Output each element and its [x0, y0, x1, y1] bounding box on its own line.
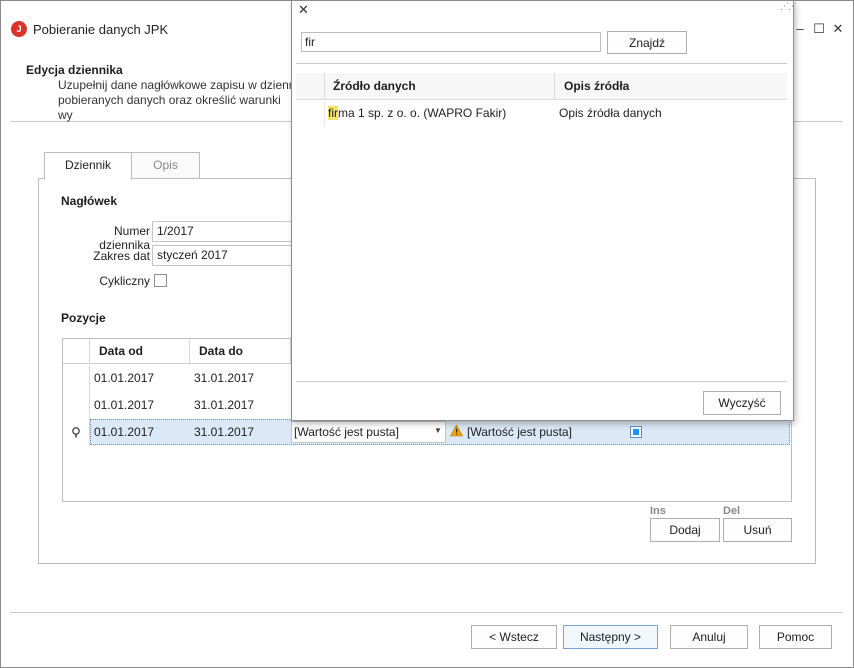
column-header-data-od[interactable]: Data od	[90, 339, 190, 364]
popup-search-input[interactable]	[301, 32, 601, 52]
checkbox-checked-mark-icon	[633, 429, 639, 435]
tab-dziennik[interactable]: Dziennik	[44, 152, 132, 180]
row-2-data-od[interactable]: 01.01.2017	[90, 392, 190, 419]
numer-dziennika-field[interactable]: 1/2017	[152, 221, 292, 242]
row-3-warning-value: [Wartość jest pusta]	[467, 425, 572, 439]
popup-row-indicator	[296, 102, 325, 126]
minimize-button[interactable]: –	[792, 22, 808, 38]
popup-divider-bottom	[296, 381, 787, 382]
grid-indicator-header	[63, 339, 90, 364]
row-3-data-od[interactable]: 01.01.2017	[90, 419, 190, 446]
cykliczny-label: Cykliczny	[99, 274, 150, 288]
resize-grip-icon[interactable]: ⋰⋰	[780, 1, 797, 12]
zakres-dat-label: Zakres dat	[93, 249, 150, 263]
del-shortcut-hint: Del	[723, 505, 741, 517]
maximize-button[interactable]: ☐	[811, 22, 827, 38]
ins-shortcut-hint: Ins	[650, 505, 666, 517]
back-button[interactable]: < Wstecz	[471, 625, 557, 649]
find-button[interactable]: Znajdź	[607, 31, 687, 54]
row-2-data-do[interactable]: 31.01.2017	[190, 392, 290, 419]
cykliczny-checkbox[interactable]	[154, 274, 167, 287]
add-button[interactable]: Dodaj	[650, 518, 720, 542]
page-description: Uzupełnij dane nagłówkowe zapisu w dzien…	[58, 78, 296, 122]
popup-divider-top	[296, 63, 787, 64]
window-title: Pobieranie danych JPK	[33, 22, 169, 37]
tab-opis[interactable]: Opis	[131, 152, 200, 179]
row-1-data-do[interactable]: 31.01.2017	[190, 365, 290, 392]
dropdown-arrow-icon[interactable]: ▼	[434, 426, 442, 435]
result-source-text: ma 1 sp. z o. o. (WAPRO Fakir)	[338, 106, 507, 120]
popup-grid-indicator-header	[296, 73, 325, 100]
result-row-source[interactable]: firma 1 sp. z o. o. (WAPRO Fakir)	[325, 102, 555, 124]
result-row-description[interactable]: Opis źródła danych	[555, 102, 787, 124]
row-3-data-do[interactable]: 31.01.2017	[190, 419, 290, 446]
footer-divider	[10, 612, 843, 613]
cancel-button[interactable]: Anuluj	[670, 625, 748, 649]
popup-close-icon[interactable]: ✕	[298, 2, 309, 18]
column-header-zrodlo-danych[interactable]: Źródło danych	[325, 73, 555, 100]
column-header-opis-zrodla[interactable]: Opis źródła	[555, 73, 787, 100]
page-title: Edycja dziennika	[26, 63, 123, 77]
remove-button[interactable]: Usuń	[723, 518, 792, 542]
numer-dziennika-label: Numer dziennika	[99, 224, 150, 252]
section-header-pozycje: Pozycje	[61, 311, 106, 325]
column-header-data-do[interactable]: Data do	[190, 339, 291, 364]
help-button[interactable]: Pomoc	[759, 625, 832, 649]
warning-icon	[450, 424, 463, 437]
search-match-highlight: fir	[328, 106, 338, 120]
next-button[interactable]: Następny >	[563, 625, 658, 649]
row-edit-indicator-icon	[72, 427, 80, 438]
row-3-source-value: [Wartość jest pusta]	[294, 425, 399, 439]
row-1-data-od[interactable]: 01.01.2017	[90, 365, 190, 392]
close-window-button[interactable]: ✕	[830, 22, 846, 38]
section-header-naglowek: Nagłówek	[61, 194, 118, 208]
zakres-dat-field[interactable]: styczeń 2017	[152, 245, 292, 266]
clear-button[interactable]: Wyczyść	[703, 391, 781, 415]
app-logo-icon: J	[11, 21, 27, 37]
